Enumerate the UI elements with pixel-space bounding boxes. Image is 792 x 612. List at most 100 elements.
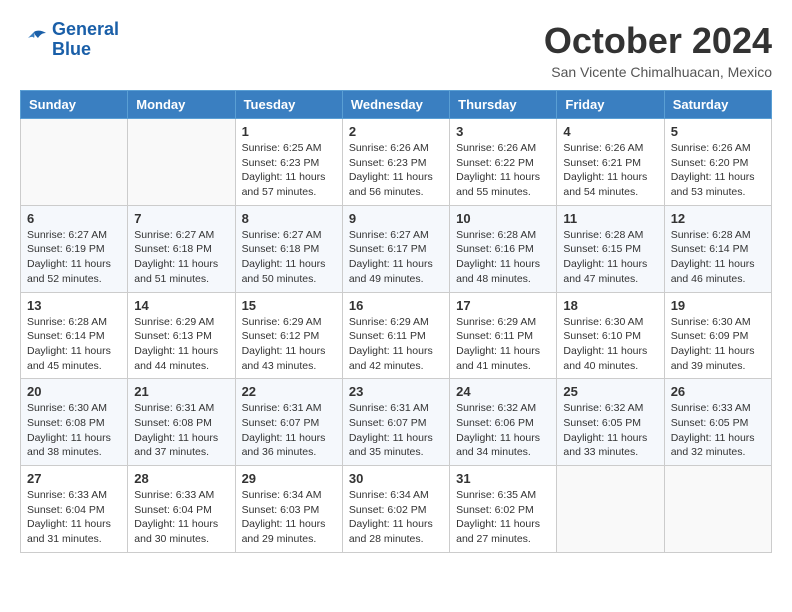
calendar-cell: 22Sunrise: 6:31 AMSunset: 6:07 PMDayligh… — [235, 379, 342, 466]
day-info: Sunrise: 6:26 AMSunset: 6:20 PMDaylight:… — [671, 141, 765, 200]
calendar-cell: 19 Sunrise: 6:30 AMSunset: 6:09 PMDayligh… — [664, 292, 771, 379]
day-info: Sunrise: 6:29 AMSunset: 6:11 PMDaylight:… — [456, 315, 550, 374]
day-number: 15 — [242, 298, 336, 313]
day-number: 3 — [456, 124, 550, 139]
calendar-cell — [664, 466, 771, 553]
day-number: 19 — [671, 298, 765, 313]
day-number: 16 — [349, 298, 443, 313]
day-number: 30 — [349, 471, 443, 486]
logo-text: General Blue — [52, 20, 119, 60]
weekday-header-friday: Friday — [557, 91, 664, 119]
day-number: 12 — [671, 211, 765, 226]
day-info: Sunrise: 6:34 AMSunset: 6:03 PMDaylight:… — [242, 488, 336, 547]
weekday-header-wednesday: Wednesday — [342, 91, 449, 119]
day-number: 24 — [456, 384, 550, 399]
day-info: Sunrise: 6:29 AMSunset: 6:12 PMDaylight:… — [242, 315, 336, 374]
calendar-cell: 2 Sunrise: 6:26 AMSunset: 6:23 PMDaylight… — [342, 119, 449, 206]
calendar-cell: 20 Sunrise: 6:30 AMSunset: 6:08 PMDayligh… — [21, 379, 128, 466]
week-row-5: 27 Sunrise: 6:33 AMSunset: 6:04 PMDayligh… — [21, 466, 772, 553]
day-info: Sunrise: 6:32 AMSunset: 6:06 PMDaylight:… — [456, 401, 550, 460]
day-number: 20 — [27, 384, 121, 399]
calendar-cell: 23 Sunrise: 6:31 AMSunset: 6:07 PMDayligh… — [342, 379, 449, 466]
day-info: Sunrise: 6:27 AMSunset: 6:19 PMDaylight:… — [27, 228, 121, 287]
calendar-cell — [21, 119, 128, 206]
week-row-2: 6 Sunrise: 6:27 AMSunset: 6:19 PMDaylight… — [21, 205, 772, 292]
day-number: 23 — [349, 384, 443, 399]
week-row-3: 13 Sunrise: 6:28 AMSunset: 6:14 PMDayligh… — [21, 292, 772, 379]
day-info: Sunrise: 6:31 AMSunset: 6:07 PMDaylight:… — [349, 401, 443, 460]
day-info: Sunrise: 6:33 AMSunset: 6:05 PMDaylight:… — [671, 401, 765, 460]
day-number: 31 — [456, 471, 550, 486]
weekday-header-monday: Monday — [128, 91, 235, 119]
page-header: General Blue October 2024 San Vicente Ch… — [20, 20, 772, 80]
weekday-header-tuesday: Tuesday — [235, 91, 342, 119]
calendar-title: October 2024 — [544, 20, 772, 62]
day-info: Sunrise: 6:26 AMSunset: 6:23 PMDaylight:… — [349, 141, 443, 200]
calendar-cell: 10 Sunrise: 6:28 AMSunset: 6:16 PMDayligh… — [450, 205, 557, 292]
calendar-cell: 1 Sunrise: 6:25 AMSunset: 6:23 PMDaylight… — [235, 119, 342, 206]
day-info: Sunrise: 6:25 AMSunset: 6:23 PMDaylight:… — [242, 141, 336, 200]
day-number: 22 — [242, 384, 336, 399]
calendar-cell: 16 Sunrise: 6:29 AMSunset: 6:11 PMDayligh… — [342, 292, 449, 379]
day-info: Sunrise: 6:33 AMSunset: 6:04 PMDaylight:… — [27, 488, 121, 547]
calendar-cell: 15 Sunrise: 6:29 AMSunset: 6:12 PMDayligh… — [235, 292, 342, 379]
day-number: 9 — [349, 211, 443, 226]
calendar-cell: 27 Sunrise: 6:33 AMSunset: 6:04 PMDayligh… — [21, 466, 128, 553]
day-info: Sunrise: 6:28 AMSunset: 6:14 PMDaylight:… — [27, 315, 121, 374]
calendar-cell: 21 Sunrise: 6:31 AMSunset: 6:08 PMDayligh… — [128, 379, 235, 466]
day-info: Sunrise: 6:35 AMSunset: 6:02 PMDaylight:… — [456, 488, 550, 547]
calendar-subtitle: San Vicente Chimalhuacan, Mexico — [544, 64, 772, 80]
day-number: 14 — [134, 298, 228, 313]
calendar-cell: 28 Sunrise: 6:33 AMSunset: 6:04 PMDayligh… — [128, 466, 235, 553]
day-number: 10 — [456, 211, 550, 226]
day-info: Sunrise: 6:28 AMSunset: 6:15 PMDaylight:… — [563, 228, 657, 287]
day-number: 25 — [563, 384, 657, 399]
logo: General Blue — [20, 20, 119, 60]
day-number: 28 — [134, 471, 228, 486]
calendar-cell: 31 Sunrise: 6:35 AMSunset: 6:02 PMDayligh… — [450, 466, 557, 553]
day-number: 7 — [134, 211, 228, 226]
day-number: 4 — [563, 124, 657, 139]
day-info: Sunrise: 6:30 AMSunset: 6:09 PMDaylight:… — [671, 315, 765, 374]
day-info: Sunrise: 6:26 AMSunset: 6:21 PMDaylight:… — [563, 141, 657, 200]
logo-icon — [20, 28, 48, 52]
weekday-header-sunday: Sunday — [21, 91, 128, 119]
day-number: 17 — [456, 298, 550, 313]
day-number: 2 — [349, 124, 443, 139]
day-number: 6 — [27, 211, 121, 226]
day-info: Sunrise: 6:31 AMSunset: 6:08 PMDaylight:… — [134, 401, 228, 460]
day-info: Sunrise: 6:28 AMSunset: 6:14 PMDaylight:… — [671, 228, 765, 287]
calendar-cell: 24 Sunrise: 6:32 AMSunset: 6:06 PMDayligh… — [450, 379, 557, 466]
calendar-cell: 11 Sunrise: 6:28 AMSunset: 6:15 PMDayligh… — [557, 205, 664, 292]
day-info: Sunrise: 6:30 AMSunset: 6:10 PMDaylight:… — [563, 315, 657, 374]
calendar-cell: 30 Sunrise: 6:34 AMSunset: 6:02 PMDayligh… — [342, 466, 449, 553]
weekday-header-thursday: Thursday — [450, 91, 557, 119]
week-row-4: 20 Sunrise: 6:30 AMSunset: 6:08 PMDayligh… — [21, 379, 772, 466]
calendar-cell: 6 Sunrise: 6:27 AMSunset: 6:19 PMDaylight… — [21, 205, 128, 292]
day-number: 27 — [27, 471, 121, 486]
day-info: Sunrise: 6:28 AMSunset: 6:16 PMDaylight:… — [456, 228, 550, 287]
day-number: 26 — [671, 384, 765, 399]
day-info: Sunrise: 6:27 AMSunset: 6:17 PMDaylight:… — [349, 228, 443, 287]
day-number: 11 — [563, 211, 657, 226]
calendar-cell: 12 Sunrise: 6:28 AMSunset: 6:14 PMDayligh… — [664, 205, 771, 292]
day-number: 13 — [27, 298, 121, 313]
day-info: Sunrise: 6:33 AMSunset: 6:04 PMDaylight:… — [134, 488, 228, 547]
day-number: 1 — [242, 124, 336, 139]
calendar-cell: 25Sunrise: 6:32 AMSunset: 6:05 PMDayligh… — [557, 379, 664, 466]
day-info: Sunrise: 6:27 AMSunset: 6:18 PMDaylight:… — [242, 228, 336, 287]
calendar-cell: 14Sunrise: 6:29 AMSunset: 6:13 PMDayligh… — [128, 292, 235, 379]
calendar-cell — [128, 119, 235, 206]
calendar-cell: 18Sunrise: 6:30 AMSunset: 6:10 PMDayligh… — [557, 292, 664, 379]
weekday-header-row: SundayMondayTuesdayWednesdayThursdayFrid… — [21, 91, 772, 119]
calendar-cell: 17 Sunrise: 6:29 AMSunset: 6:11 PMDayligh… — [450, 292, 557, 379]
day-info: Sunrise: 6:29 AMSunset: 6:11 PMDaylight:… — [349, 315, 443, 374]
calendar-cell: 4 Sunrise: 6:26 AMSunset: 6:21 PMDaylight… — [557, 119, 664, 206]
day-number: 29 — [242, 471, 336, 486]
weekday-header-saturday: Saturday — [664, 91, 771, 119]
week-row-1: 1 Sunrise: 6:25 AMSunset: 6:23 PMDaylight… — [21, 119, 772, 206]
calendar-cell: 26 Sunrise: 6:33 AMSunset: 6:05 PMDayligh… — [664, 379, 771, 466]
day-info: Sunrise: 6:34 AMSunset: 6:02 PMDaylight:… — [349, 488, 443, 547]
day-info: Sunrise: 6:30 AMSunset: 6:08 PMDaylight:… — [27, 401, 121, 460]
day-number: 21 — [134, 384, 228, 399]
